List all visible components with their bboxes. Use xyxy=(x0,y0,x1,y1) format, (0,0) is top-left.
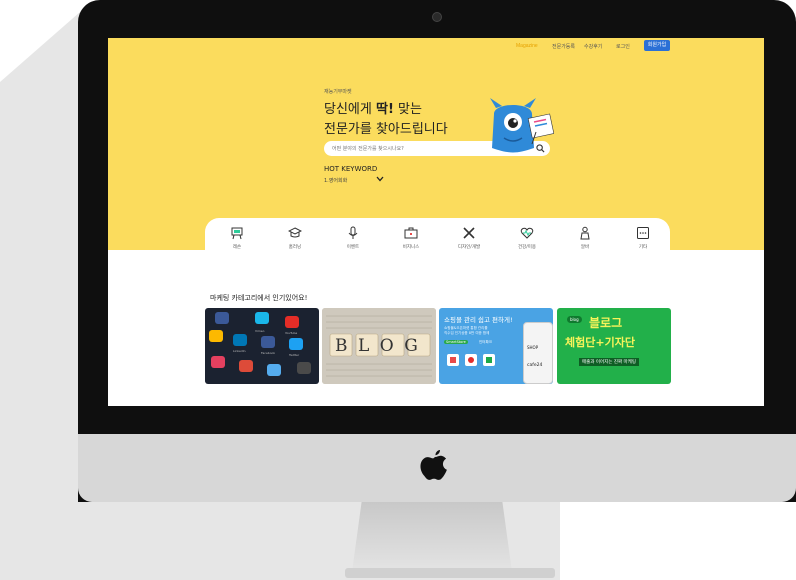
hero-headline-line1: 당신에게 딱! 맞는 xyxy=(324,98,422,117)
nav-login-link[interactable]: 로그인 xyxy=(616,43,630,50)
more-icon xyxy=(637,227,649,239)
category-item-health-beauty[interactable]: 건강/미용 xyxy=(507,226,547,250)
card3-subtitle-2: 직수입 인기상품 8만 여종 함께 xyxy=(444,331,490,335)
shop-logo-2-icon xyxy=(465,354,477,366)
briefcase-icon xyxy=(404,227,418,239)
phone-shop-text: SHOP xyxy=(527,345,539,350)
mascot-illustration xyxy=(490,98,554,153)
phone-mockup: SHOP cafe24 xyxy=(523,322,553,384)
card3-smartstore-badge: SmartStore xyxy=(444,340,468,344)
microphone-icon xyxy=(348,226,358,239)
card1-label-vimeo: Vimeo xyxy=(255,329,265,333)
category-label: 이벤트 xyxy=(346,245,360,250)
apple-logo-icon xyxy=(420,450,447,480)
card-social-media[interactable]: Vimeo YouTube LinkedIn Facebook Twitter xyxy=(205,308,319,384)
category-label: 건강/미용 xyxy=(517,245,537,250)
category-label: 디자인/개발 xyxy=(457,245,481,250)
card1-label-youtube: YouTube xyxy=(285,331,297,335)
shop-logo-1-icon xyxy=(447,354,459,366)
webcam xyxy=(432,12,442,22)
section-title: 마케팅 카테고리에서 인기있어요! xyxy=(210,294,308,302)
card3-title: 쇼핑몰 관리 쉽고 편하게! xyxy=(444,316,513,324)
graduation-cap-icon xyxy=(288,227,302,238)
category-item-design-dev[interactable]: 디자인/개발 xyxy=(449,226,489,250)
nav-magazine-link[interactable]: Magazine xyxy=(516,43,538,49)
hero-headline-part1: 당신에게 xyxy=(324,102,376,117)
card-shopping-mall[interactable]: 쇼핑몰 관리 쉽고 편하게! 쇼핑몰&오픈마켓 통합 관리를 직수입 인기상품 … xyxy=(439,308,553,384)
card1-label-linkedin: LinkedIn xyxy=(233,349,246,353)
blog-blocks-text: BLOG xyxy=(335,336,429,356)
shop-logo-3-icon xyxy=(483,354,495,366)
category-label: 비지니스 xyxy=(402,245,420,250)
card4-line2: 체험단+기자단 xyxy=(565,336,635,349)
hot-keyword-label: HOT KEYWORD xyxy=(324,165,378,173)
card-blog-blocks[interactable]: BLOG xyxy=(322,308,436,384)
category-label: 레슨 xyxy=(232,245,242,250)
category-item-parttime[interactable]: 알바 xyxy=(565,226,605,250)
card-blog-reviewers[interactable]: blog 블로그 체험단+기자단 매출과 이어지는 진짜 마케팅 xyxy=(557,308,671,384)
monitor-stand-base xyxy=(345,568,555,578)
category-item-event[interactable]: 이벤트 xyxy=(333,226,373,250)
nav-review-link[interactable]: 수강후기 xyxy=(584,43,602,50)
hero-headline-bold: 딱! xyxy=(375,102,394,117)
hero-tagline: 재능기부마켓 xyxy=(324,89,352,95)
category-item-business[interactable]: 비지니스 xyxy=(391,226,431,250)
hero-headline-line2: 전문가를 찾아드립니다 xyxy=(324,122,448,137)
worker-icon xyxy=(580,226,590,240)
monitor-stand xyxy=(352,502,512,572)
category-label: 기타 xyxy=(638,245,648,250)
card4-subtitle: 매출과 이어지는 진짜 마케팅 xyxy=(579,358,639,366)
card4-line1: 블로그 xyxy=(589,316,623,330)
chevron-down-icon[interactable] xyxy=(376,176,384,182)
category-label: 홈러닝 xyxy=(288,245,302,250)
card3-brand2: 인터파크 xyxy=(479,340,492,344)
easel-icon xyxy=(231,227,243,240)
card1-label-facebook: Facebook xyxy=(261,351,275,355)
heart-pulse-icon xyxy=(520,227,534,239)
category-item-etc[interactable]: 기타 xyxy=(623,226,663,250)
nav-expert-register-link[interactable]: 전문가등록 xyxy=(552,43,575,50)
category-item-homelearning[interactable]: 홈러닝 xyxy=(275,226,315,250)
category-label: 알바 xyxy=(580,245,590,250)
hot-keyword-value[interactable]: 1.영어회화 xyxy=(324,177,347,184)
screen: Magazine 전문가등록 수강후기 로그인 회원가입 재능기부마켓 당신에게… xyxy=(108,38,764,406)
phone-cafe24-text: cafe24 xyxy=(527,363,543,368)
category-item-lesson[interactable]: 레슨 xyxy=(217,226,257,250)
category-panel: 레슨 홈러닝 이벤트 비지니스 디자인/개발 건강/미용 알바 기타 xyxy=(205,218,670,258)
card4-blog-badge: blog xyxy=(567,316,582,323)
hero-headline-part2: 맞는 xyxy=(393,102,422,117)
card1-label-twitter: Twitter xyxy=(288,353,300,357)
social-app-icons-image: Vimeo YouTube LinkedIn Facebook Twitter xyxy=(209,312,311,376)
signup-button[interactable]: 회원가입 xyxy=(644,40,670,51)
pencil-ruler-icon xyxy=(463,227,475,239)
